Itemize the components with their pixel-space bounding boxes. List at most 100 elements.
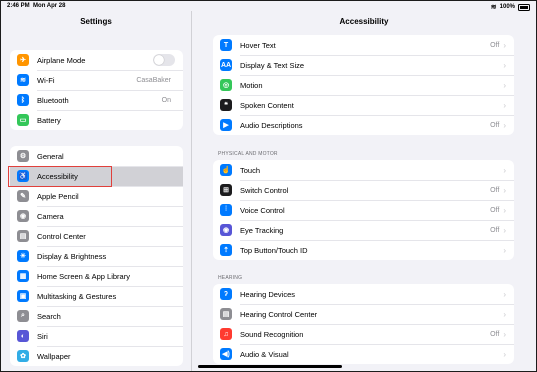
row-spoken-content[interactable]: ❝ Spoken Content › bbox=[213, 95, 514, 115]
camera-icon: ◉ bbox=[17, 210, 29, 222]
row-label: Multitasking & Gestures bbox=[37, 291, 117, 301]
row-value: Off bbox=[490, 206, 500, 214]
row-label: Hearing Control Center bbox=[240, 309, 318, 319]
row-label: Spoken Content bbox=[240, 100, 294, 110]
row-label: Voice Control bbox=[240, 205, 285, 215]
chevron-right-icon: › bbox=[503, 289, 506, 299]
row-label: Top Button/Touch ID bbox=[240, 245, 308, 255]
row-label: Search bbox=[37, 311, 61, 321]
row-value: Off bbox=[490, 186, 500, 194]
row-label: Hover Text bbox=[240, 40, 276, 50]
row-voice-control[interactable]: ⫶ Voice Control Off › bbox=[213, 200, 514, 220]
row-label: Audio Descriptions bbox=[240, 120, 303, 130]
row-audio-visual[interactable]: ◀) Audio & Visual › bbox=[213, 344, 514, 364]
row-airplane-mode[interactable]: ✈ Airplane Mode bbox=[10, 50, 183, 70]
row-value: CasaBaker bbox=[136, 76, 171, 84]
home-screen-icon: ▦ bbox=[17, 270, 29, 282]
text-size-icon: AA bbox=[220, 59, 232, 71]
row-search[interactable]: ⌕ Search bbox=[10, 306, 183, 326]
row-label: Camera bbox=[37, 211, 64, 221]
status-indicators: ≋ 100% bbox=[491, 3, 530, 11]
row-bluetooth[interactable]: ᛒ Bluetooth On bbox=[10, 90, 183, 110]
row-value: Off bbox=[490, 121, 500, 129]
row-label: Eye Tracking bbox=[240, 225, 284, 235]
battery-status-icon bbox=[518, 3, 530, 11]
chevron-right-icon: › bbox=[503, 349, 506, 359]
row-control-center[interactable]: ▤ Control Center bbox=[10, 226, 183, 246]
row-value: Off bbox=[490, 330, 500, 338]
wallpaper-icon: ✿ bbox=[17, 350, 29, 362]
bluetooth-icon: ᛒ bbox=[17, 94, 29, 106]
chevron-right-icon: › bbox=[503, 100, 506, 110]
status-date: Mon Apr 28 bbox=[33, 3, 66, 9]
row-label: Display & Text Size bbox=[240, 60, 305, 70]
row-value: On bbox=[161, 96, 171, 104]
row-apple-pencil[interactable]: ✎ Apple Pencil bbox=[10, 186, 183, 206]
row-audio-descriptions[interactable]: ▶ Audio Descriptions Off › bbox=[213, 115, 514, 135]
row-label: Motion bbox=[240, 80, 263, 90]
row-battery[interactable]: ▭ Battery bbox=[10, 110, 183, 130]
row-camera[interactable]: ◉ Camera bbox=[10, 206, 183, 226]
status-time-date: 2:46 PM Mon Apr 28 bbox=[7, 3, 65, 9]
top-button-icon: ⇡ bbox=[220, 244, 232, 256]
row-label: Audio & Visual bbox=[240, 349, 289, 359]
row-value: Off bbox=[490, 41, 500, 49]
chevron-right-icon: › bbox=[503, 329, 506, 339]
brightness-icon: ☀ bbox=[17, 250, 29, 262]
row-label: Hearing Devices bbox=[240, 289, 296, 299]
row-display-text-size[interactable]: AA Display & Text Size › bbox=[213, 55, 514, 75]
status-bar: 2:46 PM Mon Apr 28 ≋ 100% bbox=[1, 1, 536, 11]
row-label: Siri bbox=[37, 331, 48, 341]
row-display-brightness[interactable]: ☀ Display & Brightness bbox=[10, 246, 183, 266]
pencil-icon: ✎ bbox=[17, 190, 29, 202]
row-hover-text[interactable]: T Hover Text Off › bbox=[213, 35, 514, 55]
hearing-group: ʔ Hearing Devices › ▤ Hearing Control Center… bbox=[213, 284, 514, 364]
row-switch-control[interactable]: ⊞ Switch Control Off › bbox=[213, 180, 514, 200]
audio-descriptions-icon: ▶ bbox=[220, 119, 232, 131]
eye-tracking-icon: ◉ bbox=[220, 224, 232, 236]
touch-icon: ☝ bbox=[220, 164, 232, 176]
row-touch[interactable]: ☝ Touch › bbox=[213, 160, 514, 180]
chevron-right-icon: › bbox=[503, 185, 506, 195]
chevron-right-icon: › bbox=[503, 205, 506, 215]
row-label: Switch Control bbox=[240, 185, 289, 195]
accessibility-pane: Accessibility T Hover Text Off › AA Display &… bbox=[192, 11, 536, 371]
selection-highlight-box bbox=[8, 166, 112, 187]
sound-recognition-icon: ♫ bbox=[220, 328, 232, 340]
row-label: Touch bbox=[240, 165, 261, 175]
row-label: Wallpaper bbox=[37, 351, 71, 361]
home-indicator bbox=[198, 365, 342, 368]
row-wallpaper[interactable]: ✿ Wallpaper bbox=[10, 346, 183, 366]
row-label: Sound Recognition bbox=[240, 329, 304, 339]
chevron-right-icon: › bbox=[503, 165, 506, 175]
row-hearing-devices[interactable]: ʔ Hearing Devices › bbox=[213, 284, 514, 304]
page-title: Accessibility bbox=[339, 17, 389, 26]
status-time: 2:46 PM bbox=[7, 3, 30, 9]
row-wi-fi[interactable]: ≋ Wi-Fi CasaBaker bbox=[10, 70, 183, 90]
sidebar-title: Settings bbox=[80, 17, 112, 26]
row-hearing-control-center[interactable]: ▤ Hearing Control Center › bbox=[213, 304, 514, 324]
row-label: Wi-Fi bbox=[37, 75, 55, 85]
row-sound-recognition[interactable]: ♫ Sound Recognition Off › bbox=[213, 324, 514, 344]
row-home-screen-app-library[interactable]: ▦ Home Screen & App Library bbox=[10, 266, 183, 286]
search-icon: ⌕ bbox=[17, 310, 29, 322]
row-label: Airplane Mode bbox=[37, 55, 86, 65]
motion-icon: ◎ bbox=[220, 79, 232, 91]
row-top-button-touch-id[interactable]: ⇡ Top Button/Touch ID › bbox=[213, 240, 514, 260]
airplane-mode-toggle[interactable] bbox=[153, 54, 175, 66]
row-multitasking-gestures[interactable]: ▣ Multitasking & Gestures bbox=[10, 286, 183, 306]
chevron-right-icon: › bbox=[503, 40, 506, 50]
row-label: Battery bbox=[37, 115, 61, 125]
chevron-right-icon: › bbox=[503, 309, 506, 319]
row-label: Control Center bbox=[37, 231, 86, 241]
row-label: Apple Pencil bbox=[37, 191, 79, 201]
row-siri[interactable]: ◐ Siri bbox=[10, 326, 183, 346]
spoken-content-icon: ❝ bbox=[220, 99, 232, 111]
wifi-status-icon: ≋ bbox=[490, 4, 497, 11]
row-general[interactable]: ⚙ General bbox=[10, 146, 183, 166]
row-motion[interactable]: ◎ Motion › bbox=[213, 75, 514, 95]
row-eye-tracking[interactable]: ◉ Eye Tracking Off › bbox=[213, 220, 514, 240]
battery-percent: 100% bbox=[499, 4, 515, 10]
airplane-icon: ✈ bbox=[17, 54, 29, 66]
row-label: Home Screen & App Library bbox=[37, 271, 130, 281]
